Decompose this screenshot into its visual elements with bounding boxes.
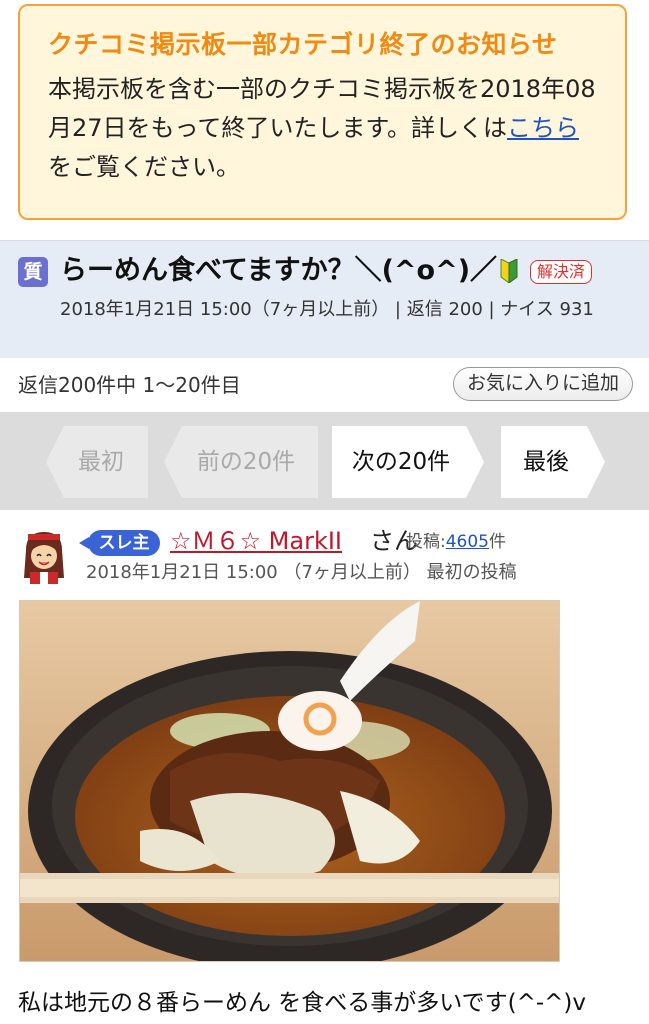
notice-body: 本掲示板を含む一部のクチコミ掲示板を2018年08月27日をもって終了いたします… bbox=[48, 70, 597, 187]
avatar[interactable] bbox=[18, 528, 70, 584]
post-count-unit: 件 bbox=[489, 532, 506, 552]
notice-box: クチコミ掲示板一部カテゴリ終了のお知らせ 本掲示板を含む一部のクチコミ掲示板を2… bbox=[18, 4, 627, 220]
pager-prev-button: 前の20件 bbox=[164, 426, 318, 498]
notice-title: クチコミ掲示板一部カテゴリ終了のお知らせ bbox=[48, 30, 558, 59]
pager-last-button[interactable]: 最後 bbox=[501, 426, 605, 498]
post-count-label: 投稿: bbox=[406, 532, 446, 552]
pager: 最初 前の20件 次の20件 最後 bbox=[0, 412, 649, 510]
pager-next-button[interactable]: 次の20件 bbox=[332, 426, 484, 498]
post-meta: 2018年1月21日 15:00 （7ヶ月以上前） 最初の投稿 bbox=[86, 562, 517, 583]
thread-title: らーめん食べてますか？＼(^o^)／ bbox=[60, 255, 498, 286]
ramen-photo[interactable] bbox=[19, 600, 560, 962]
resolved-badge: 解決済 bbox=[530, 260, 593, 284]
beginner-mark-icon bbox=[500, 259, 518, 283]
question-badge: 質 bbox=[18, 257, 48, 287]
pager-first-button: 最初 bbox=[46, 426, 148, 498]
thread-meta: 2018年1月21日 15:00（7ヶ月以上前） | 返信 200 | ナイス … bbox=[60, 299, 594, 320]
post-count: 投稿:4605件 bbox=[406, 530, 506, 554]
post-count-link[interactable]: 4605 bbox=[446, 532, 489, 552]
notice-text-end: をご覧ください。 bbox=[48, 153, 240, 181]
reply-count-text: 返信200件中 1～20件目 bbox=[18, 373, 241, 397]
add-favorite-button[interactable]: お気に入りに追加 bbox=[453, 367, 633, 401]
post-body-text: 私は地元の８番らーめん を食べる事が多いです(^-^)v bbox=[18, 990, 587, 1016]
thread-header: 質 らーめん食べてますか？＼(^o^)／ 解決済 2018年1月21日 15:0… bbox=[0, 240, 649, 359]
thread-starter-badge: スレ主 bbox=[79, 530, 160, 556]
notice-link[interactable]: こちら bbox=[507, 114, 579, 142]
reply-count-row: 返信200件中 1～20件目 お気に入りに追加 bbox=[0, 358, 649, 412]
user-name-link[interactable]: ☆Ｍ６☆ MarkII bbox=[170, 524, 342, 558]
